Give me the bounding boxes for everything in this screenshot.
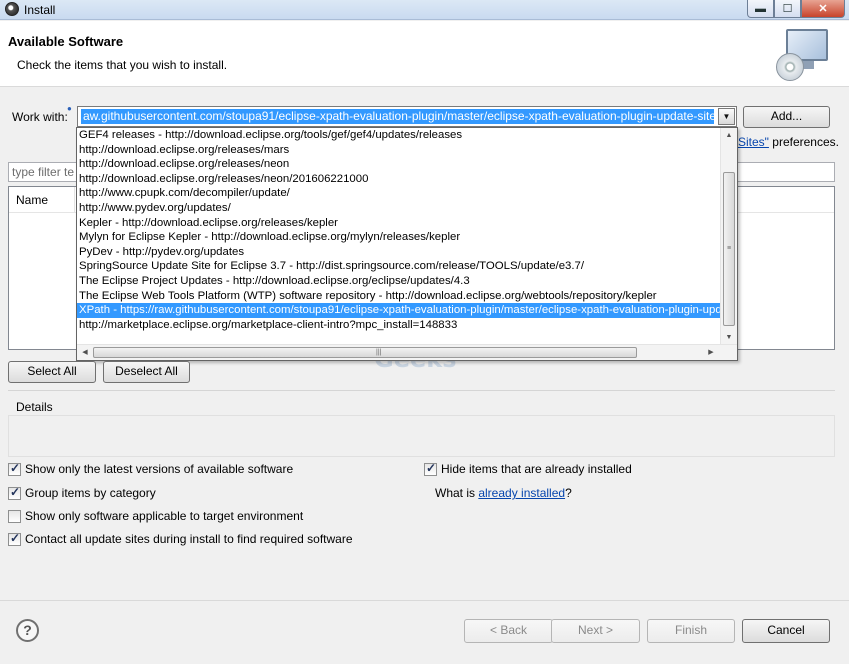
install-monitor-icon <box>776 29 832 83</box>
checkmark-icon: ✓ <box>10 460 21 475</box>
window-title: Install <box>24 3 56 17</box>
available-sites-link[interactable]: Sites" <box>738 135 769 149</box>
dropdown-item[interactable]: SpringSource Update Site for Eclipse 3.7… <box>77 259 720 274</box>
dropdown-item[interactable]: http://www.pydev.org/updates/ <box>77 201 720 216</box>
checkbox-label: Show only the latest versions of availab… <box>25 462 294 476</box>
wizard-header: Available Software Check the items that … <box>0 21 849 87</box>
back-button[interactable]: < Back <box>464 619 553 643</box>
dropdown-item[interactable]: Kepler - http://download.eclipse.org/rel… <box>77 216 720 231</box>
work-with-dropdown-list[interactable]: GEF4 releases - http://download.eclipse.… <box>76 127 738 361</box>
column-name[interactable]: Name <box>16 193 48 207</box>
checkbox-box[interactable]: ✓ <box>8 484 21 500</box>
work-with-combo[interactable]: aw.githubusercontent.com/stoupa91/eclips… <box>77 106 737 127</box>
latest-versions-checkbox[interactable]: ✓ Show only the latest versions of avail… <box>8 460 294 476</box>
dropdown-item[interactable]: http://download.eclipse.org/releases/neo… <box>77 172 720 187</box>
finish-button[interactable]: Finish <box>647 619 735 643</box>
details-divider <box>8 390 835 391</box>
scroll-right-icon[interactable]: ▶ <box>703 345 719 360</box>
dropdown-item[interactable]: PyDev - http://pydev.org/updates <box>77 245 720 260</box>
dropdown-items: GEF4 releases - http://download.eclipse.… <box>77 128 720 332</box>
column-separator <box>74 187 75 213</box>
checkbox-box[interactable]: ✓ <box>424 460 437 476</box>
scroll-left-icon[interactable]: ◀ <box>77 345 93 360</box>
already-installed-link[interactable]: already installed <box>478 486 565 500</box>
horizontal-scrollbar[interactable]: ◀ ||| ▶ <box>77 344 737 360</box>
dropdown-item[interactable]: The Eclipse Web Tools Platform (WTP) sof… <box>77 289 720 304</box>
available-sites-link-row: Sites" preferences. <box>738 135 839 149</box>
dropdown-item[interactable]: http://marketplace.eclipse.org/marketpla… <box>77 318 720 333</box>
minimize-icon[interactable]: ▬ <box>747 0 774 18</box>
checkbox-label: Hide items that are already installed <box>441 462 632 476</box>
details-label: Details <box>16 400 53 414</box>
checkbox-box[interactable]: ✓ <box>8 460 21 476</box>
page-description: Check the items that you wish to install… <box>17 58 228 72</box>
checkmark-icon: ✓ <box>10 484 21 499</box>
add-site-button[interactable]: Add... <box>743 106 830 128</box>
work-with-value[interactable]: aw.githubusercontent.com/stoupa91/eclips… <box>81 109 714 124</box>
maximize-icon[interactable]: ☐ <box>774 0 801 18</box>
checkbox-box[interactable]: ✓ <box>8 530 21 546</box>
checkbox-label: Group items by category <box>25 486 156 500</box>
contact-update-sites-checkbox[interactable]: ✓ Contact all update sites during instal… <box>8 530 353 546</box>
details-panel <box>8 415 835 457</box>
grip-icon: ≡ <box>727 245 732 252</box>
group-by-category-checkbox[interactable]: ✓ Group items by category <box>8 484 156 500</box>
hide-installed-checkbox[interactable]: ✓ Hide items that are already installed <box>424 460 632 476</box>
checkbox-label: Contact all update sites during install … <box>25 532 353 546</box>
what-is-suffix: ? <box>565 486 572 500</box>
select-all-button[interactable]: Select All <box>8 361 96 383</box>
dropdown-item[interactable]: http://download.eclipse.org/releases/mar… <box>77 143 720 158</box>
target-environment-checkbox[interactable]: Show only software applicable to target … <box>8 509 303 523</box>
scroll-up-icon[interactable]: ▲ <box>721 128 737 144</box>
what-is-prefix: What is <box>435 486 479 500</box>
scroll-thumb[interactable]: ≡ <box>723 172 735 326</box>
horizontal-scroll-thumb[interactable]: ||| <box>93 347 637 358</box>
close-icon[interactable]: ✕ <box>801 0 845 18</box>
checkmark-icon: ✓ <box>10 530 21 545</box>
vertical-scrollbar[interactable]: ▲ ≡ ▼ <box>720 128 737 346</box>
window-controls: ▬ ☐ ✕ <box>747 0 845 18</box>
what-is-installed: What is already installed? <box>435 486 572 500</box>
preferences-suffix: preferences. <box>768 135 839 149</box>
dropdown-item[interactable]: http://www.cpupk.com/decompiler/update/ <box>77 186 720 201</box>
title-bar: Install ▬ ☐ ✕ <box>0 0 849 20</box>
chevron-down-icon[interactable]: ▼ <box>718 108 735 125</box>
footer-divider <box>0 600 849 601</box>
dropdown-item[interactable]: XPath - https://raw.githubusercontent.co… <box>77 303 720 318</box>
cancel-button[interactable]: Cancel <box>742 619 830 643</box>
dropdown-item[interactable]: The Eclipse Project Updates - http://dow… <box>77 274 720 289</box>
info-icon: ● <box>67 104 72 113</box>
work-with-label: Work with: <box>12 110 68 124</box>
checkmark-icon: ✓ <box>426 460 437 475</box>
dropdown-item[interactable]: GEF4 releases - http://download.eclipse.… <box>77 128 720 143</box>
hgrip-icon: ||| <box>376 349 382 356</box>
dropdown-item[interactable]: http://download.eclipse.org/releases/neo… <box>77 157 720 172</box>
next-button[interactable]: Next > <box>551 619 640 643</box>
help-icon[interactable]: ? <box>16 619 39 642</box>
checkbox-box[interactable] <box>8 509 21 523</box>
checkbox-label: Show only software applicable to target … <box>25 509 304 523</box>
dropdown-item[interactable]: Mylyn for Eclipse Kepler - http://downlo… <box>77 230 720 245</box>
deselect-all-button[interactable]: Deselect All <box>103 361 190 383</box>
eclipse-icon <box>5 2 19 16</box>
page-title: Available Software <box>8 34 124 49</box>
